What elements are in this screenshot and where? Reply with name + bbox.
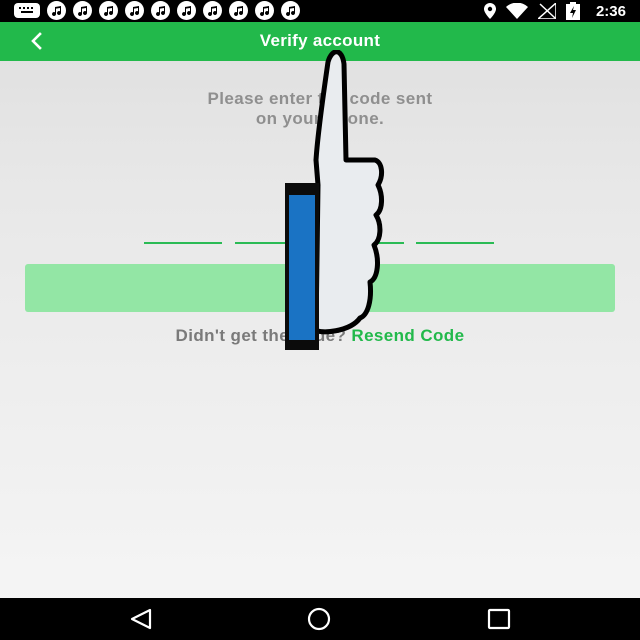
music-note-icon xyxy=(151,1,170,20)
music-note-icon xyxy=(281,1,300,20)
code-digit-1-input[interactable] xyxy=(144,226,222,244)
music-note-icon xyxy=(203,1,222,20)
music-note-icon xyxy=(177,1,196,20)
phone-screen xyxy=(289,195,315,340)
page-title: Verify account xyxy=(259,31,381,50)
music-note-icon xyxy=(73,1,92,20)
music-note-icon xyxy=(125,1,144,20)
notification-icons xyxy=(14,1,300,20)
music-note-icon xyxy=(99,1,118,20)
wifi-icon xyxy=(505,3,528,19)
gesture-hand-overlay xyxy=(285,50,385,350)
keyboard-icon xyxy=(14,3,40,18)
music-note-icon xyxy=(255,1,274,20)
navigation-bar xyxy=(0,598,640,640)
location-icon xyxy=(483,3,496,19)
status-bar: 2:36 xyxy=(0,0,640,22)
back-triangle-icon[interactable] xyxy=(128,607,154,631)
no-signal-icon xyxy=(537,3,556,19)
code-digit-4-input[interactable] xyxy=(416,226,494,244)
clock: 2:36 xyxy=(595,2,626,20)
hand-shape xyxy=(313,50,385,335)
system-icons: 2:36 xyxy=(483,0,626,22)
recents-square-icon[interactable] xyxy=(486,607,512,631)
music-note-icon xyxy=(47,1,66,20)
music-note-icon xyxy=(229,1,248,20)
home-circle-icon[interactable] xyxy=(306,607,332,631)
battery-charging-icon xyxy=(565,2,580,20)
